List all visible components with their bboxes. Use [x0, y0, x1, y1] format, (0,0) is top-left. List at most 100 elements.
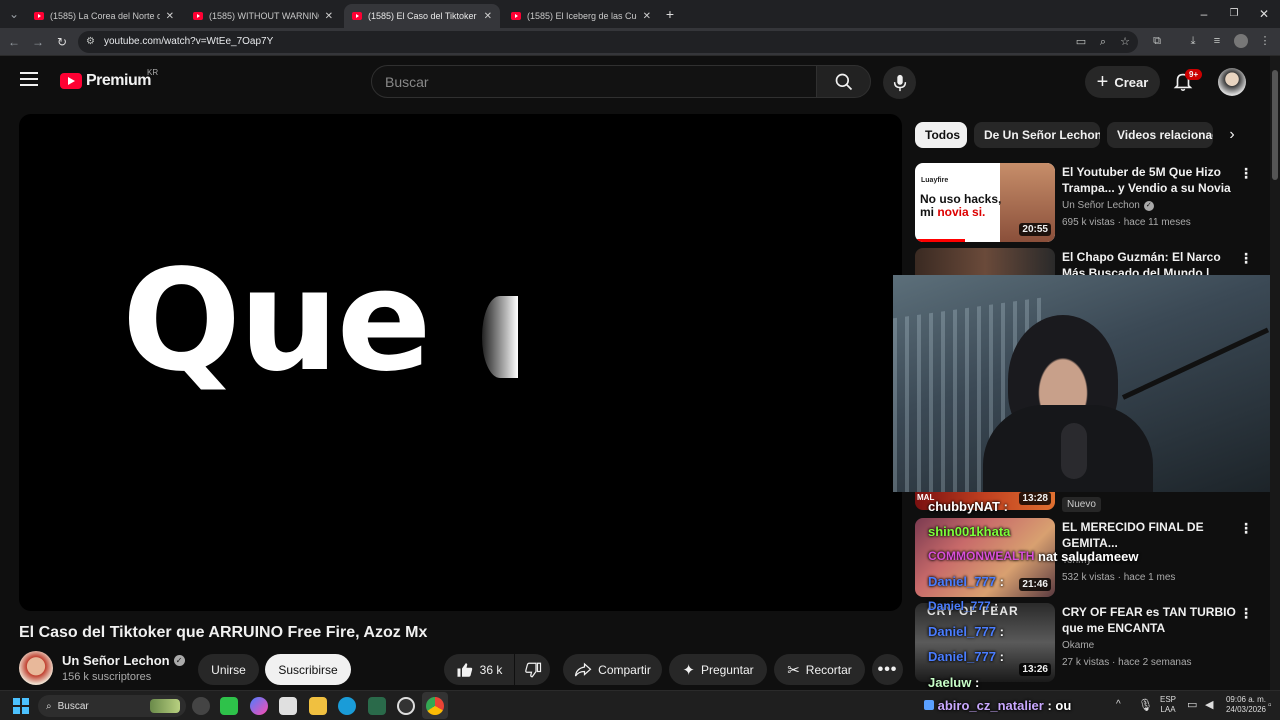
chip-from-channel[interactable]: De Un Señor Lechon: [974, 122, 1100, 148]
scrollbar-thumb[interactable]: [1272, 70, 1278, 180]
chip-related[interactable]: Videos relacionados: [1107, 122, 1213, 148]
recommendation-title[interactable]: El Chapo Guzmán: El Narco Más Buscado de…: [1062, 249, 1237, 277]
microphone-tray-icon[interactable]: 🎙: [1138, 698, 1153, 712]
chip-all[interactable]: Todos: [915, 122, 967, 148]
new-tab-icon[interactable]: +: [662, 6, 678, 22]
recommendation-title[interactable]: CRY OF FEAR es TAN TURBIO que me ENCANTA: [1062, 604, 1237, 636]
browser-tab-2[interactable]: (1585) WITHOUT WARNING | El ✕: [185, 4, 341, 28]
more-actions-button[interactable]: •••: [872, 654, 903, 685]
kebab-menu-icon[interactable]: ⋮: [1239, 250, 1253, 267]
close-window-icon[interactable]: ✕: [1256, 6, 1272, 22]
recommendation-item[interactable]: El Chapo Guzmán: El Narco Más Buscado de…: [915, 248, 1255, 278]
kebab-menu-icon[interactable]: ⋮: [1239, 165, 1253, 182]
account-avatar[interactable]: [1218, 68, 1246, 96]
thumbnail-caption-line2b: novia si.: [937, 205, 986, 219]
thumbnail-caption: No uso hacks, mi novia si.: [920, 193, 1001, 219]
store-icon[interactable]: [279, 697, 297, 715]
create-button[interactable]: + Crear: [1085, 66, 1160, 98]
chat-user: shin001khata: [928, 524, 1011, 539]
recommendation-meta: 532 k vistas · hace 1 mes: [1062, 572, 1176, 583]
subscribe-button[interactable]: Suscribirse: [265, 654, 351, 685]
tab-search-icon[interactable]: ⌄: [6, 6, 22, 22]
recommendation-title[interactable]: EL MERECIDO FINAL DE GEMITA...: [1062, 519, 1237, 551]
voice-search-button[interactable]: [883, 66, 916, 99]
url-field[interactable]: ⚙ youtube.com/watch?v=WtEe_7Oap7Y ▭ ⌕ ☆: [78, 31, 1138, 53]
windows-start-icon[interactable]: [13, 698, 29, 714]
ask-button[interactable]: ✦ Preguntar: [669, 654, 767, 685]
streamer-webcam-overlay: [893, 275, 1280, 492]
recommendation-item[interactable]: Luayfire No uso hacks, mi novia si. 20:5…: [915, 163, 1255, 243]
pinned-app-icon[interactable]: [368, 697, 386, 715]
youtube-favicon-icon: [511, 12, 521, 20]
language-indicator[interactable]: ESP LAA: [1160, 695, 1176, 715]
taskbar-search[interactable]: ⌕ Buscar: [38, 695, 186, 717]
close-tab-icon[interactable]: ✕: [325, 11, 333, 22]
back-icon[interactable]: ←: [6, 34, 22, 50]
share-button[interactable]: Compartir: [563, 654, 662, 685]
clip-button[interactable]: ✂ Recortar: [774, 654, 865, 685]
recommendation-title[interactable]: El Youtuber de 5M Que Hizo Trampa... y V…: [1062, 164, 1237, 196]
volume-icon[interactable]: ◀: [1205, 698, 1213, 711]
windows-taskbar: ⌕ Buscar abiro_cz_natalier : ou ^ 🎙 ESP …: [0, 690, 1280, 720]
clock-time: 09:06 a. m.: [1225, 695, 1266, 704]
pinned-app-icon[interactable]: [192, 697, 210, 715]
browser-tab-3-active[interactable]: (1585) El Caso del Tiktoker que ✕: [344, 4, 500, 28]
pinned-app-icon[interactable]: [220, 697, 238, 715]
browser-tab-1[interactable]: (1585) La Corea del Norte de Eu ✕: [26, 4, 182, 28]
chat-user: Jaeluw: [928, 675, 972, 690]
restore-icon[interactable]: ❐: [1226, 6, 1242, 22]
chrome-icon[interactable]: [426, 697, 444, 715]
file-explorer-icon[interactable]: [309, 697, 327, 715]
kebab-menu-icon[interactable]: ⋮: [1239, 605, 1253, 622]
kebab-menu-icon[interactable]: ⋮: [1239, 520, 1253, 537]
extensions-icon[interactable]: ⧉: [1150, 34, 1164, 48]
search-highlight-icon: [150, 699, 180, 713]
scissors-icon: ✂: [787, 661, 800, 679]
dislike-button[interactable]: [515, 654, 550, 685]
network-icon[interactable]: ▭: [1187, 698, 1197, 711]
close-tab-icon[interactable]: ✕: [484, 11, 492, 22]
hamburger-menu-icon[interactable]: [20, 72, 38, 86]
copilot-icon[interactable]: [250, 697, 268, 715]
zoom-icon[interactable]: ⌕: [1096, 35, 1110, 49]
download-icon[interactable]: ⤓: [1186, 34, 1200, 48]
youtube-play-logo-icon: [60, 73, 82, 89]
microphone-prop: [1061, 423, 1087, 479]
video-player[interactable]: Que: [19, 114, 902, 611]
recommendation-thumbnail[interactable]: Luayfire No uso hacks, mi novia si. 20:5…: [915, 163, 1055, 242]
pinned-app-icon[interactable]: [397, 697, 415, 715]
browser-tab-4[interactable]: (1585) El Iceberg de las Cuenta ✕: [503, 4, 659, 28]
chat-message: nat saludameew: [1038, 549, 1138, 564]
recommendation-thumbnail[interactable]: CRY OF FEAR 13:26: [915, 603, 1055, 682]
channel-avatar[interactable]: [19, 651, 53, 685]
profile-icon[interactable]: [1234, 34, 1248, 48]
clock[interactable]: 09:06 a. m. 24/03/2026: [1224, 695, 1266, 715]
site-info-icon[interactable]: ⚙: [86, 36, 95, 47]
search-input[interactable]: [372, 66, 816, 97]
close-tab-icon[interactable]: ✕: [643, 11, 651, 22]
edge-icon[interactable]: [338, 697, 356, 715]
cast-icon[interactable]: ▭: [1074, 35, 1088, 49]
reload-icon[interactable]: ↻: [54, 34, 70, 50]
browser-menu-icon[interactable]: ⋮: [1258, 34, 1272, 48]
channel-name-link[interactable]: Un Señor Lechon ✓: [62, 653, 185, 668]
recommendation-item[interactable]: CRY OF FEAR 13:26 CRY OF FEAR es TAN TUR…: [915, 603, 1255, 683]
join-button[interactable]: Unirse: [198, 654, 259, 685]
minimize-icon[interactable]: –: [1196, 6, 1212, 22]
youtube-premium-logo[interactable]: Premium: [60, 72, 151, 90]
subscriber-count: 156 k suscriptores: [62, 671, 152, 683]
recommendation-thumbnail[interactable]: [915, 248, 1055, 278]
forward-icon[interactable]: →: [30, 34, 46, 50]
like-button[interactable]: 36 k: [444, 654, 514, 685]
reading-list-icon[interactable]: ≡: [1210, 34, 1224, 48]
tab-title: (1585) El Iceberg de las Cuenta: [527, 11, 637, 21]
search-button[interactable]: [816, 65, 871, 98]
url-text: youtube.com/watch?v=WtEe_7Oap7Y: [104, 36, 274, 47]
chevron-right-icon[interactable]: ›: [1222, 125, 1242, 145]
close-tab-icon[interactable]: ✕: [166, 11, 174, 22]
tray-overflow-icon[interactable]: ^: [1116, 699, 1121, 710]
notification-center-icon[interactable]: ▫: [1268, 700, 1272, 711]
bookmark-star-icon[interactable]: ☆: [1118, 35, 1132, 49]
video-frame-text: Que: [122, 240, 432, 403]
like-count: 36 k: [479, 662, 503, 677]
